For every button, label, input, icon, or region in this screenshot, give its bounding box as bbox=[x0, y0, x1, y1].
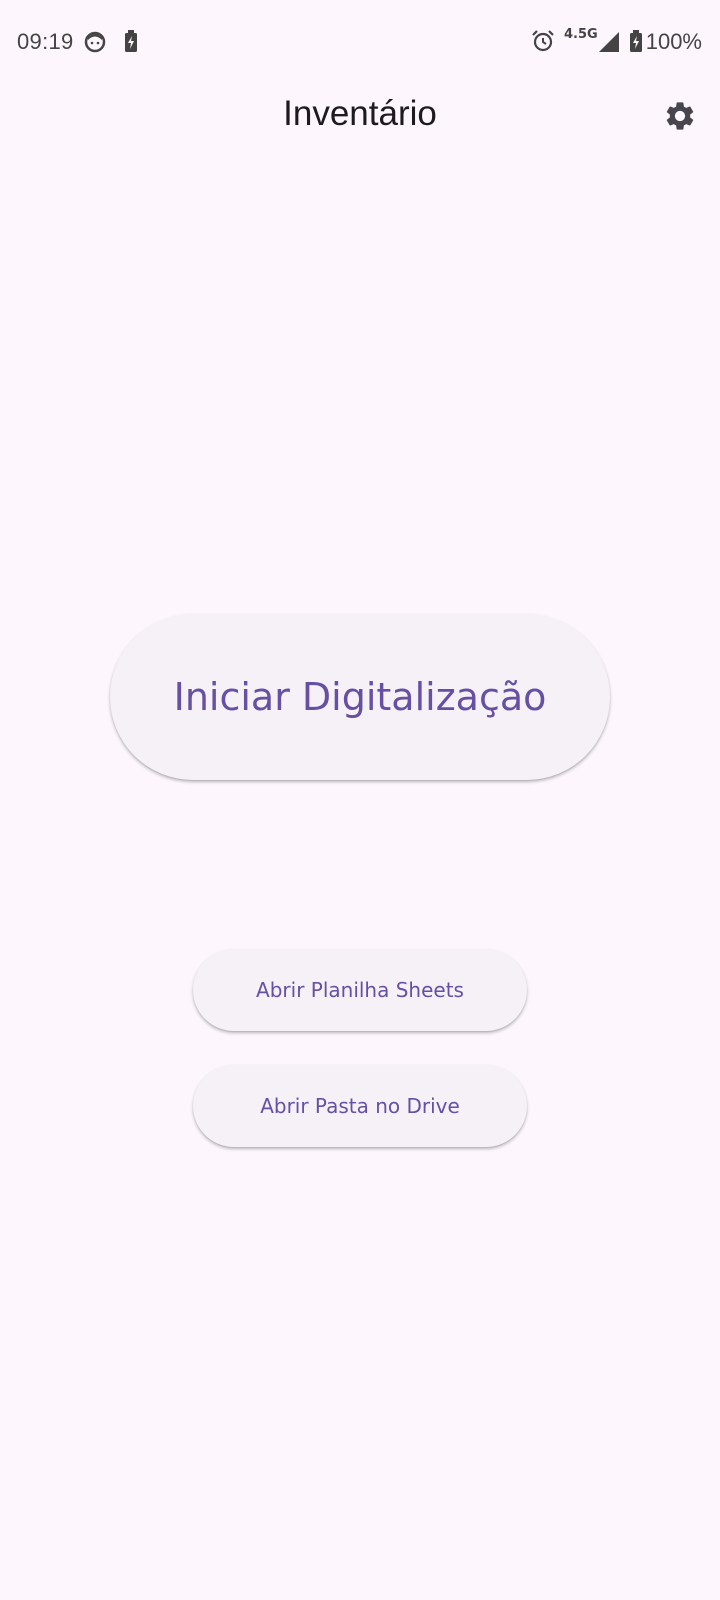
alarm-icon bbox=[532, 30, 554, 52]
status-bar: 09:19 4.5G 100% bbox=[0, 0, 720, 84]
open-sheets-button[interactable]: Abrir Planilha Sheets bbox=[193, 949, 527, 1031]
face-icon bbox=[84, 31, 106, 53]
settings-button[interactable] bbox=[656, 92, 704, 140]
signal-icon bbox=[599, 32, 619, 52]
open-drive-folder-button[interactable]: Abrir Pasta no Drive bbox=[193, 1065, 527, 1147]
gear-icon bbox=[666, 102, 694, 130]
battery-charging-icon bbox=[630, 30, 642, 52]
page-title: Inventário bbox=[283, 94, 437, 133]
battery-percent: 100% bbox=[645, 29, 702, 54]
battery-saver-icon bbox=[125, 30, 137, 52]
app-bar: Inventário bbox=[0, 84, 720, 148]
start-scan-button[interactable]: Iniciar Digitalização bbox=[110, 614, 610, 780]
status-time: 09:19 bbox=[17, 29, 74, 54]
network-type: 4.5G bbox=[564, 27, 598, 42]
